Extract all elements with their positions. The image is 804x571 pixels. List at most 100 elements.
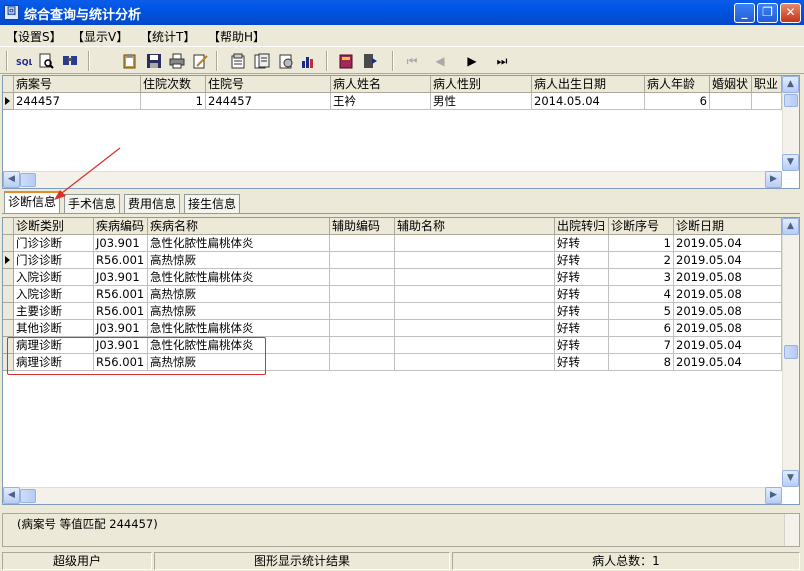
column-header[interactable]: 出院转归	[555, 218, 609, 235]
table-cell[interactable]: J03.901	[94, 320, 148, 337]
edit-icon[interactable]	[190, 51, 210, 71]
table-cell[interactable]: 2	[609, 252, 674, 269]
column-header[interactable]: 辅助名称	[395, 218, 555, 235]
table-cell[interactable]	[330, 252, 395, 269]
column-header[interactable]: 婚姻状	[710, 76, 752, 93]
table-cell[interactable]: 好转	[555, 252, 609, 269]
table-cell[interactable]: 好转	[555, 235, 609, 252]
table-cell[interactable]: 急性化脓性扁桃体炎	[148, 235, 330, 252]
row-selector[interactable]	[3, 269, 14, 286]
table-cell[interactable]: 2019.05.08	[674, 303, 782, 320]
menu-view[interactable]: 【显示V】	[72, 28, 128, 45]
column-header[interactable]: 住院次数	[141, 76, 206, 93]
menu-statistics[interactable]: 【统计T】	[140, 28, 195, 45]
table-cell[interactable]: 好转	[555, 337, 609, 354]
close-button[interactable]: ✕	[780, 3, 801, 23]
table-cell[interactable]: 急性化脓性扁桃体炎	[148, 269, 330, 286]
scroll-thumb[interactable]	[784, 94, 798, 107]
table-cell[interactable]: 2019.05.08	[674, 320, 782, 337]
table-cell[interactable]: 3	[609, 269, 674, 286]
column-header[interactable]: 疾病编码	[94, 218, 148, 235]
table-cell[interactable]: 1	[609, 235, 674, 252]
column-header[interactable]: 病人年龄	[645, 76, 710, 93]
table-cell[interactable]: 4	[609, 286, 674, 303]
row-selector[interactable]	[3, 252, 14, 269]
table-cell[interactable]	[395, 354, 555, 371]
table-cell[interactable]: 好转	[555, 320, 609, 337]
column-header[interactable]: 疾病名称	[148, 218, 330, 235]
query-icon[interactable]: SQL	[14, 51, 34, 71]
settings-doc-icon[interactable]	[276, 51, 296, 71]
horizontal-scrollbar[interactable]: ◀ ▶	[3, 487, 782, 504]
table-cell[interactable]	[330, 286, 395, 303]
table-cell[interactable]: 急性化脓性扁桃体炎	[148, 320, 330, 337]
row-selector[interactable]	[3, 320, 14, 337]
scroll-up-icon[interactable]: ▲	[782, 76, 799, 93]
filter-scrollbar[interactable]	[784, 514, 799, 546]
table-cell[interactable]: 好转	[555, 286, 609, 303]
table-cell[interactable]	[395, 337, 555, 354]
exit-icon[interactable]	[360, 51, 380, 71]
table-cell[interactable]: 5	[609, 303, 674, 320]
scroll-down-icon[interactable]: ▼	[782, 154, 799, 171]
report-icon[interactable]	[252, 51, 272, 71]
find-icon[interactable]	[60, 51, 80, 71]
menu-help[interactable]: 【帮助H】	[208, 28, 265, 45]
table-cell[interactable]: R56.001	[94, 286, 148, 303]
table-cell[interactable]: 其他诊断	[14, 320, 94, 337]
properties-icon[interactable]	[228, 51, 248, 71]
table-cell[interactable]	[330, 354, 395, 371]
table-cell[interactable]: J03.901	[94, 269, 148, 286]
column-header[interactable]: 住院号	[206, 76, 331, 93]
scroll-thumb[interactable]	[784, 345, 798, 359]
table-cell[interactable]: 244457	[14, 93, 141, 110]
column-header[interactable]: 诊断序号	[609, 218, 674, 235]
table-cell[interactable]: 2019.05.04	[674, 235, 782, 252]
row-selector[interactable]	[3, 93, 14, 110]
restore-button[interactable]: ❐	[757, 3, 778, 23]
table-cell[interactable]: 高热惊厥	[148, 252, 330, 269]
column-header[interactable]: 诊断类别	[14, 218, 94, 235]
next-record-icon[interactable]: ▶	[462, 51, 482, 71]
scroll-thumb[interactable]	[20, 173, 36, 187]
table-cell[interactable]: 王衿	[331, 93, 431, 110]
row-selector[interactable]	[3, 286, 14, 303]
table-cell[interactable]	[330, 235, 395, 252]
table-cell[interactable]: 8	[609, 354, 674, 371]
table-cell[interactable]	[395, 252, 555, 269]
vertical-scrollbar[interactable]: ▲ ▼	[782, 76, 799, 171]
clipboard-icon[interactable]	[120, 51, 140, 71]
table-cell[interactable]: 入院诊断	[14, 269, 94, 286]
table-cell[interactable]	[330, 303, 395, 320]
table-cell[interactable]: 门诊诊断	[14, 252, 94, 269]
table-cell[interactable]	[710, 93, 752, 110]
tab-delivery[interactable]: 接生信息	[184, 194, 241, 214]
table-cell[interactable]: 入院诊断	[14, 286, 94, 303]
table-cell[interactable]	[395, 303, 555, 320]
scroll-left-icon[interactable]: ◀	[3, 487, 20, 504]
scroll-left-icon[interactable]: ◀	[3, 171, 20, 188]
save-icon[interactable]	[144, 51, 164, 71]
column-header[interactable]: 诊断日期	[674, 218, 782, 235]
table-cell[interactable]: 男性	[431, 93, 532, 110]
table-cell[interactable]: 7	[609, 337, 674, 354]
bar-chart-icon[interactable]	[298, 51, 318, 71]
column-header[interactable]: 病案号	[14, 76, 141, 93]
row-selector[interactable]	[3, 303, 14, 320]
table-cell[interactable]: 2019.05.08	[674, 286, 782, 303]
table-cell[interactable]: 244457	[206, 93, 331, 110]
table-cell[interactable]: 6	[645, 93, 710, 110]
first-record-icon[interactable]: ⏮	[402, 51, 422, 71]
table-cell[interactable]: 好转	[555, 303, 609, 320]
column-header[interactable]: 病人性别	[431, 76, 532, 93]
table-cell[interactable]: 1	[141, 93, 206, 110]
vertical-scrollbar[interactable]: ▲ ▼	[782, 218, 799, 487]
minimize-button[interactable]: _	[734, 3, 755, 23]
book-icon[interactable]	[336, 51, 356, 71]
menu-settings[interactable]: 【设置S】	[6, 28, 62, 45]
table-cell[interactable]: R56.001	[94, 252, 148, 269]
table-cell[interactable]: 高热惊厥	[148, 303, 330, 320]
scroll-down-icon[interactable]: ▼	[782, 470, 799, 487]
last-record-icon[interactable]: ⏭	[492, 51, 512, 71]
table-cell[interactable]	[395, 269, 555, 286]
